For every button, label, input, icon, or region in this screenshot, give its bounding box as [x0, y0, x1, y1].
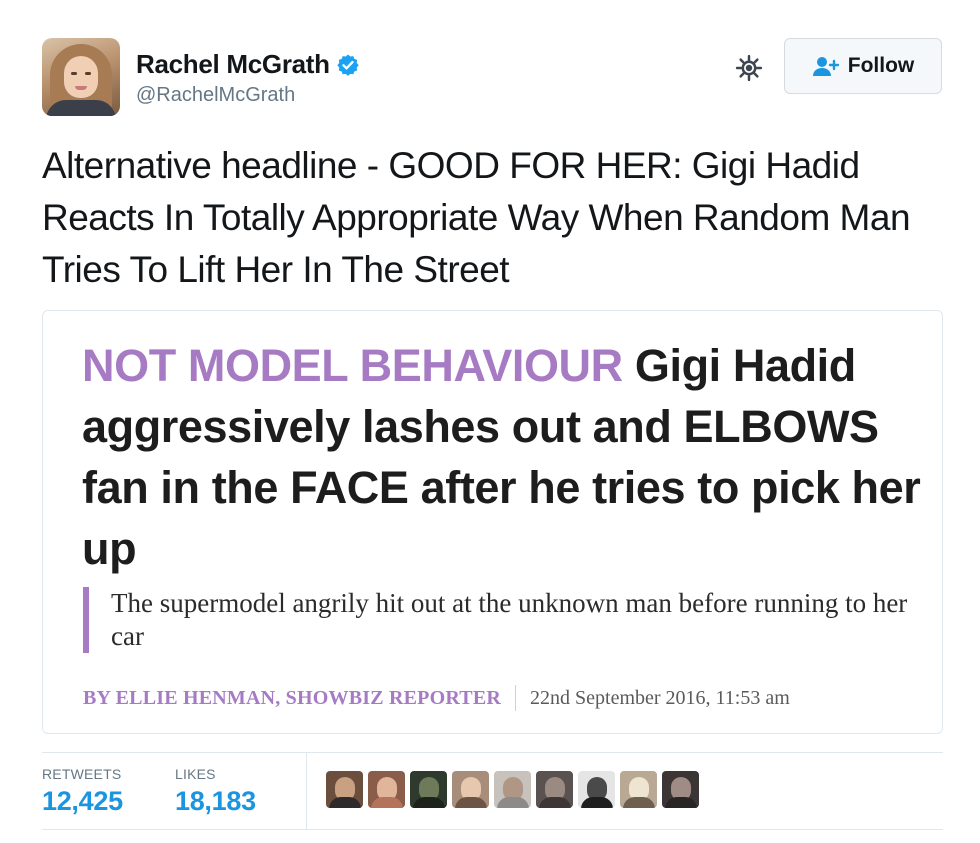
liker-avatar[interactable] — [494, 771, 531, 808]
card-byline: BY ELLIE HENMAN, SHOWBIZ REPORTER 22nd S… — [83, 685, 790, 711]
liker-avatar-body — [455, 797, 487, 808]
liker-avatar[interactable] — [326, 771, 363, 808]
avatar-eye — [71, 72, 77, 75]
byline-divider — [515, 685, 517, 711]
retweets-count[interactable]: 12,425 — [42, 786, 123, 817]
card-subheading: The supermodel angrily hit out at the un… — [83, 587, 923, 653]
likes-label: LIKES — [175, 766, 216, 782]
user-name-row[interactable]: Rachel McGrath — [136, 49, 360, 80]
liker-avatar-body — [665, 797, 697, 808]
gear-icon-glyph — [735, 54, 763, 82]
follow-label: Follow — [847, 54, 915, 77]
liker-avatar[interactable] — [620, 771, 657, 808]
link-card[interactable]: NOT MODEL BEHAVIOUR Gigi Hadid aggressiv… — [42, 310, 943, 734]
stats-divider-bottom — [42, 829, 943, 830]
stats-vertical-divider — [306, 752, 307, 829]
liker-avatar[interactable] — [452, 771, 489, 808]
liker-avatars — [326, 771, 699, 808]
liker-avatar-body — [581, 797, 613, 808]
user-name[interactable]: Rachel McGrath — [136, 49, 330, 80]
tweet-text: Alternative headline - GOOD FOR HER: Gig… — [42, 145, 911, 290]
avatar-eye — [85, 72, 91, 75]
liker-avatar[interactable] — [578, 771, 615, 808]
liker-avatar[interactable] — [536, 771, 573, 808]
card-headline: NOT MODEL BEHAVIOUR Gigi Hadid aggressiv… — [82, 335, 932, 579]
likes-count[interactable]: 18,183 — [175, 786, 256, 817]
avatar[interactable] — [42, 38, 120, 116]
gear-icon[interactable] — [733, 52, 765, 84]
tweet: Rachel McGrath @RachelMcGrath Follow Alt… — [0, 0, 980, 843]
follow-button[interactable]: Follow — [784, 38, 942, 94]
avatar-shoulder — [46, 100, 116, 116]
card-kicker: NOT MODEL BEHAVIOUR — [82, 340, 623, 391]
liker-avatar-body — [497, 797, 529, 808]
liker-avatar-body — [413, 797, 445, 808]
liker-avatar[interactable] — [368, 771, 405, 808]
card-author: BY ELLIE HENMAN, SHOWBIZ REPORTER — [83, 686, 502, 709]
liker-avatar[interactable] — [410, 771, 447, 808]
retweets-label: RETWEETS — [42, 766, 122, 782]
liker-avatar-body — [539, 797, 571, 808]
card-date: 22nd September 2016, 11:53 am — [530, 686, 790, 709]
user-handle[interactable]: @RachelMcGrath — [136, 84, 295, 107]
liker-avatar-body — [329, 797, 361, 808]
avatar-face — [64, 56, 98, 98]
verified-badge-icon — [337, 54, 359, 76]
add-user-icon — [812, 57, 839, 76]
liker-avatar[interactable] — [662, 771, 699, 808]
stats-divider-top — [42, 752, 943, 753]
liker-avatar-body — [371, 797, 403, 808]
liker-avatar-body — [623, 797, 655, 808]
